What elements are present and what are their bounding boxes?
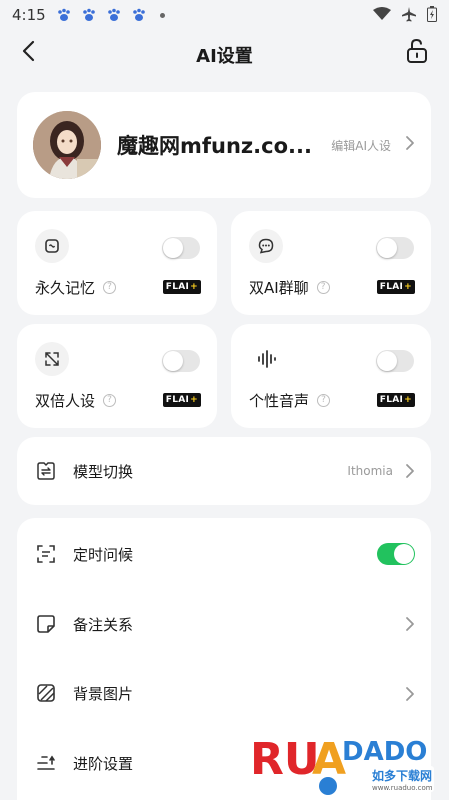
flai-badge: FLAI + <box>376 280 415 294</box>
ai-profile-card[interactable]: 魔趣网mfunz.co... 编辑AI人设 <box>17 92 431 198</box>
chevron-right-icon <box>405 616 415 636</box>
header: AI设置 <box>0 30 449 76</box>
striped-square-icon <box>35 682 57 704</box>
feature-card-double-persona: 双倍人设? FLAI + <box>17 324 217 428</box>
page-title: AI设置 <box>196 46 253 67</box>
svg-text:如多下载网: 如多下载网 <box>372 768 432 783</box>
svg-text:www.ruaduo.com: www.ruaduo.com <box>372 784 433 792</box>
feature-label: 个性音声 <box>249 392 310 410</box>
wifi-icon <box>373 7 391 25</box>
status-time: 4:15 <box>12 6 46 24</box>
personal-voice-toggle[interactable] <box>376 350 414 372</box>
ai-name: 魔趣网mfunz.co... <box>117 134 312 158</box>
scan-text-icon <box>35 543 57 565</box>
battery-icon <box>427 6 437 26</box>
feature-label: 双倍人设 <box>35 392 96 410</box>
status-bar: 4:15 <box>0 0 449 30</box>
model-switch-label: 模型切换 <box>73 463 134 481</box>
feature-label: 双AI群聊 <box>249 279 309 297</box>
advanced-settings-icon <box>35 752 57 774</box>
flai-badge: FLAI + <box>162 393 201 407</box>
feature-card-dual-ai-group-chat: 双AI群聊? FLAI + <box>231 211 431 315</box>
paw-icon <box>81 7 97 23</box>
model-switch-row[interactable]: 模型切换 Ithomia <box>17 437 431 505</box>
model-value: Ithomia <box>347 464 393 478</box>
paw-icon <box>56 7 72 23</box>
feature-label: 永久记忆 <box>35 279 96 297</box>
dual-ai-group-chat-toggle[interactable] <box>376 237 414 259</box>
unlock-icon <box>405 38 429 68</box>
help-icon[interactable]: ? <box>103 281 117 294</box>
notification-dot-icon <box>159 12 165 18</box>
edit-ai-persona-link[interactable]: 编辑AI人设 <box>331 137 391 154</box>
scheduled-greeting-toggle[interactable] <box>377 543 415 565</box>
svg-text:RU: RU <box>250 734 320 785</box>
unlock-button[interactable] <box>403 38 431 68</box>
settings-row-label: 背景图片 <box>73 685 134 703</box>
help-icon[interactable]: ? <box>316 281 330 294</box>
watermark-logo: RU A DADO 如多下载网 www.ruaduo.com <box>248 722 438 800</box>
paw-icon <box>106 7 122 23</box>
paw-icon <box>131 7 147 23</box>
help-icon[interactable]: ? <box>317 394 331 407</box>
model-switch-icon <box>35 460 57 482</box>
feature-card-permanent-memory: 永久记忆? FLAI + <box>17 211 217 315</box>
feature-card-personal-voice: 个性音声? FLAI + <box>231 324 431 428</box>
avatar <box>33 111 101 179</box>
chevron-right-icon <box>405 686 415 706</box>
voice-wave-icon <box>249 342 283 376</box>
settings-row-label: 备注关系 <box>73 616 134 634</box>
note-icon <box>35 613 57 635</box>
airplane-icon <box>401 6 417 26</box>
settings-row-label: 定时问候 <box>73 546 134 564</box>
memory-icon <box>35 229 69 263</box>
chevron-right-icon <box>405 463 415 483</box>
settings-row-label: 进阶设置 <box>73 755 134 773</box>
permanent-memory-toggle[interactable] <box>162 237 200 259</box>
svg-text:DADO: DADO <box>342 737 427 767</box>
flai-badge: FLAI + <box>376 393 415 407</box>
chat-bubble-icon <box>249 229 283 263</box>
flai-badge: FLAI + <box>162 280 201 294</box>
chevron-right-icon <box>405 135 415 155</box>
double-persona-toggle[interactable] <box>162 350 200 372</box>
expand-icon <box>35 342 69 376</box>
help-icon[interactable]: ? <box>103 394 117 407</box>
